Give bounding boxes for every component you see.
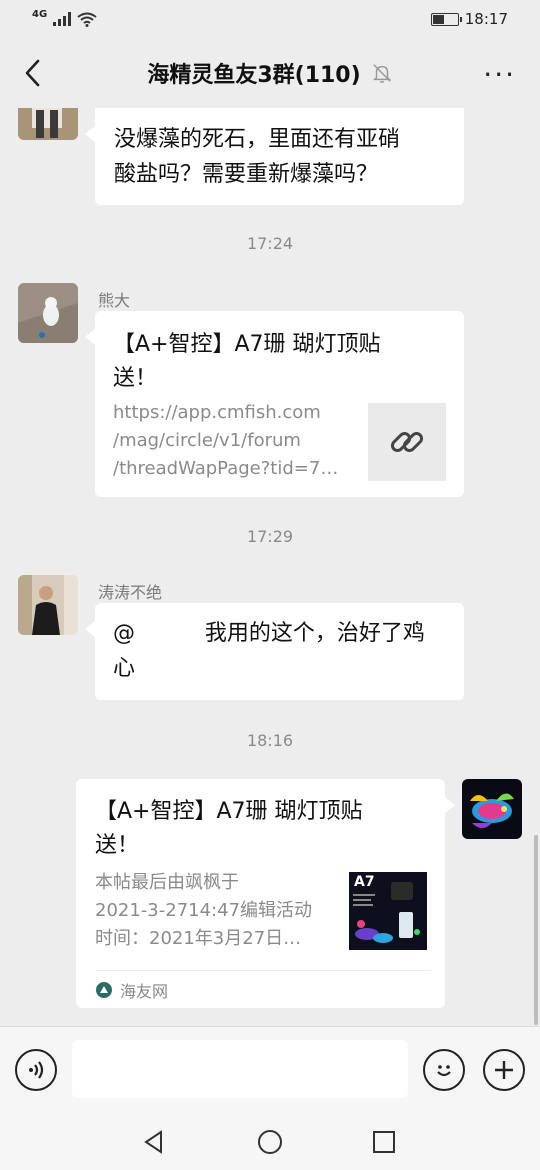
link-description: 时间：2021年3月27日… [95, 928, 302, 949]
avatar[interactable] [18, 108, 78, 140]
link-title: 送！ [95, 833, 140, 858]
nav-home-button[interactable] [254, 1126, 286, 1158]
smiley-icon [437, 1065, 451, 1077]
mute-bell-icon [372, 64, 391, 83]
avatar[interactable] [18, 575, 78, 635]
voice-button[interactable] [15, 1049, 57, 1091]
emoji-button[interactable] [423, 1049, 465, 1091]
message-bubble[interactable]: @ 我用的这个，治好了鸡 心 [85, 603, 464, 700]
input-bar [0, 1026, 540, 1114]
link-thumbnail [368, 403, 446, 481]
more-options-button[interactable]: ··· [483, 58, 516, 91]
timestamp: 18:16 [246, 731, 294, 750]
scrollbar[interactable] [534, 835, 538, 1025]
link-description: 本帖最后由飒枫于 [95, 872, 239, 893]
timestamp: 17:29 [246, 527, 294, 546]
chat-area[interactable]: 没爆藻的死石，里面还有亚硝 酸盐吗？需要重新爆藻吗？ 17:24 熊大 【A+智… [0, 108, 540, 1026]
square-recents-icon [373, 1131, 395, 1153]
link-icon [390, 431, 424, 453]
chat-title: 海精灵鱼友3群(110) [147, 63, 361, 88]
nav-recents-button[interactable] [368, 1126, 400, 1158]
message-text: @ 我用的这个，治好了鸡 [113, 621, 425, 646]
link-description: https://app.cmfish.com [113, 402, 321, 423]
link-title: 送！ [113, 366, 158, 391]
triangle-back-icon [144, 1130, 162, 1154]
link-title: 【A+智控】A7珊 瑚灯顶贴 [95, 799, 363, 824]
chat-header: 海精灵鱼友3群(110) ··· [0, 38, 540, 108]
back-button[interactable] [18, 56, 46, 90]
system-navigation-bar [0, 1114, 540, 1170]
status-bar: 4G 18:17 [0, 0, 540, 38]
link-description: /mag/circle/v1/forum [113, 430, 301, 451]
chevron-left-icon [25, 59, 40, 87]
link-thumbnail: A7 [349, 872, 427, 950]
message-bubble[interactable]: 没爆藻的死石，里面还有亚硝 酸盐吗？需要重新爆藻吗？ [85, 108, 464, 205]
message-text: 酸盐吗？需要重新爆藻吗？ [114, 162, 379, 187]
link-title: 【A+智控】A7珊 瑚灯顶贴 [113, 332, 381, 357]
plus-icon [495, 1061, 513, 1079]
avatar[interactable] [462, 779, 522, 839]
clock: 18:17 [464, 10, 508, 28]
message-input[interactable] [72, 1040, 408, 1098]
signal-icon [53, 12, 72, 26]
link-source: 海友网 [96, 970, 431, 1008]
network-label: 4G [32, 8, 48, 20]
more-functions-button[interactable] [483, 1049, 525, 1091]
battery-icon [430, 12, 462, 26]
source-logo-icon [96, 981, 112, 998]
link-description: /threadWapPage?tid=7… [113, 458, 339, 479]
timestamp: 17:24 [246, 234, 294, 253]
link-description: 2021-3-2714:47编辑活动 [95, 900, 313, 921]
message-text: 心 [113, 656, 136, 681]
source-name: 海友网 [120, 981, 169, 1001]
sender-name: 涛涛不绝 [98, 583, 163, 602]
voice-icon [29, 1061, 44, 1079]
nav-back-button[interactable] [138, 1126, 170, 1158]
message-text: 没爆藻的死石，里面还有亚硝 [114, 127, 401, 152]
link-card[interactable]: 【A+智控】A7珊 瑚灯顶贴 送！ https://app.cmfish.com… [85, 311, 464, 497]
circle-home-icon [258, 1130, 282, 1154]
link-card[interactable]: 【A+智控】A7珊 瑚灯顶贴 送！ 本帖最后由飒枫于 2021-3-2714:4… [76, 779, 455, 1008]
avatar[interactable] [18, 283, 78, 343]
sender-name: 熊大 [98, 291, 131, 310]
wifi-icon [77, 12, 97, 27]
